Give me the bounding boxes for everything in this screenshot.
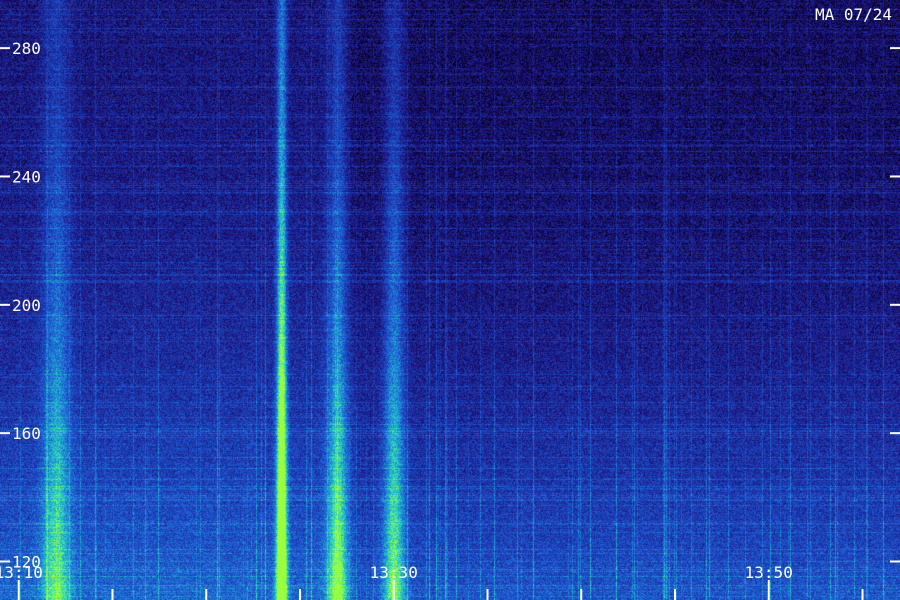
y-tick-label-200: 200 xyxy=(12,296,41,315)
spectrogram-chart: 12016020024028013:1013:3013:50 MA 07/24 xyxy=(0,0,900,600)
date-stamp: MA 07/24 xyxy=(814,5,892,24)
x-tick-label-1350: 13:50 xyxy=(745,563,793,582)
y-tick-label-240: 240 xyxy=(12,167,41,186)
x-tick-label-1330: 13:30 xyxy=(370,563,418,582)
y-tick-label-280: 280 xyxy=(12,39,41,58)
y-tick-label-160: 160 xyxy=(12,424,41,443)
axes-overlay: 12016020024028013:1013:3013:50 xyxy=(0,39,900,600)
x-tick-label-1310: 13:10 xyxy=(0,563,43,582)
